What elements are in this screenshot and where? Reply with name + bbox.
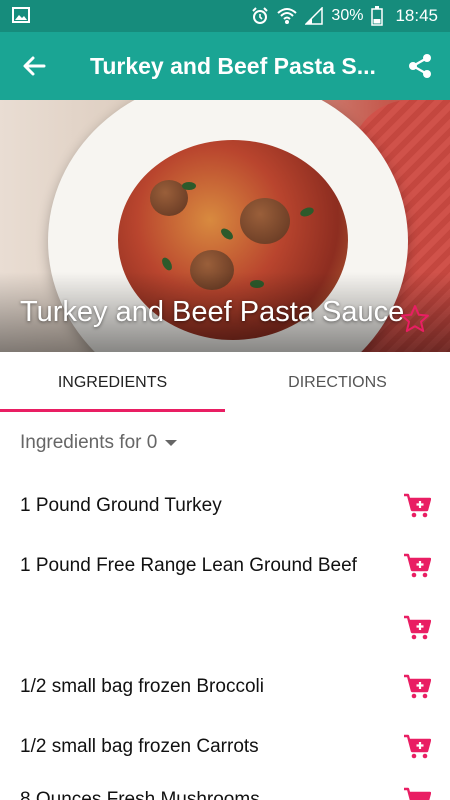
recipe-hero-image: Turkey and Beef Pasta Sauce xyxy=(0,100,450,352)
ingredient-text: 1/2 small bag frozen Broccoli xyxy=(20,676,264,697)
ingredient-row: 8 Ounces Fresh Mushrooms xyxy=(0,786,450,800)
basil-leaf-graphic xyxy=(182,182,196,190)
caret-down-icon xyxy=(165,440,178,446)
servings-label: Ingredients for 0 xyxy=(20,432,158,453)
ingredient-text: 1 Pound Ground Turkey xyxy=(20,495,222,516)
add-shopping-cart-icon[interactable] xyxy=(403,786,431,800)
gallery-icon xyxy=(12,7,30,23)
servings-dropdown[interactable]: Ingredients for 0 xyxy=(20,432,178,454)
star-outline-icon[interactable] xyxy=(400,304,430,334)
ingredient-text: 1 Pound Free Range Lean Ground Beef xyxy=(20,555,357,576)
ingredient-row: 1/2 small bag frozen Carrots xyxy=(0,733,450,793)
battery-icon xyxy=(371,6,384,26)
add-shopping-cart-icon[interactable] xyxy=(403,673,431,699)
tab-directions[interactable]: DIRECTIONS xyxy=(225,352,450,414)
add-shopping-cart-icon[interactable] xyxy=(403,552,431,578)
arrow-back-icon[interactable] xyxy=(20,52,48,80)
ingredient-row: 1 Pound Free Range Lean Ground Beef xyxy=(0,552,450,612)
wifi-icon xyxy=(277,8,298,24)
tab-ingredients[interactable]: INGREDIENTS xyxy=(0,352,225,414)
add-shopping-cart-icon[interactable] xyxy=(403,733,431,759)
app-bar-title: Turkey and Beef Pasta S... xyxy=(90,53,376,79)
share-icon[interactable] xyxy=(406,52,434,80)
tab-bar: INGREDIENTS DIRECTIONS xyxy=(0,352,450,414)
ingredient-text: 1/2 small bag frozen Carrots xyxy=(20,736,259,757)
add-shopping-cart-icon[interactable] xyxy=(403,614,431,640)
ingredient-row xyxy=(0,614,450,674)
status-bar: 30% 18:45 xyxy=(0,0,450,32)
tab-indicator xyxy=(0,409,225,412)
battery-percent: 30% xyxy=(331,7,364,24)
clock: 18:45 xyxy=(395,6,438,25)
signal-icon xyxy=(305,7,324,25)
status-icons: 30% 18:45 xyxy=(251,0,438,32)
ingredient-text: 8 Ounces Fresh Mushrooms xyxy=(20,789,260,800)
meatball-graphic xyxy=(240,198,290,244)
add-shopping-cart-icon[interactable] xyxy=(403,492,431,518)
app-bar: Turkey and Beef Pasta S... xyxy=(0,32,450,100)
ingredient-row: 1/2 small bag frozen Broccoli xyxy=(0,673,450,733)
recipe-title: Turkey and Beef Pasta Sauce xyxy=(20,296,405,328)
ingredient-row: 1 Pound Ground Turkey xyxy=(0,492,450,552)
alarm-icon xyxy=(252,7,269,24)
